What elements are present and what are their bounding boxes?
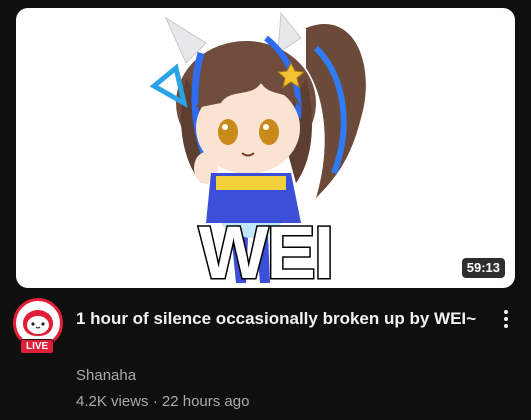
thumbnail-caption: WEI [197, 211, 336, 288]
upload-age: 22 hours ago [161, 393, 250, 410]
channel-name[interactable]: Shanaha [76, 366, 136, 386]
channel-avatar[interactable]: LIVE [13, 298, 63, 356]
stats-separator: · [152, 393, 158, 410]
video-card[interactable]: WEI 59:13 LIVE 1 hour of silence occasio… [0, 0, 531, 420]
avatar-mascot-icon [23, 310, 53, 336]
view-count: 4.2K views [76, 393, 149, 410]
video-thumbnail[interactable]: WEI 59:13 [16, 8, 515, 288]
duration-badge: 59:13 [461, 258, 505, 278]
video-title[interactable]: 1 hour of silence occasionally broken up… [76, 307, 486, 331]
video-stats: 4.2K views · 22 hours ago [76, 392, 249, 412]
more-vertical-icon[interactable] [494, 307, 518, 331]
live-badge: LIVE [20, 339, 55, 354]
